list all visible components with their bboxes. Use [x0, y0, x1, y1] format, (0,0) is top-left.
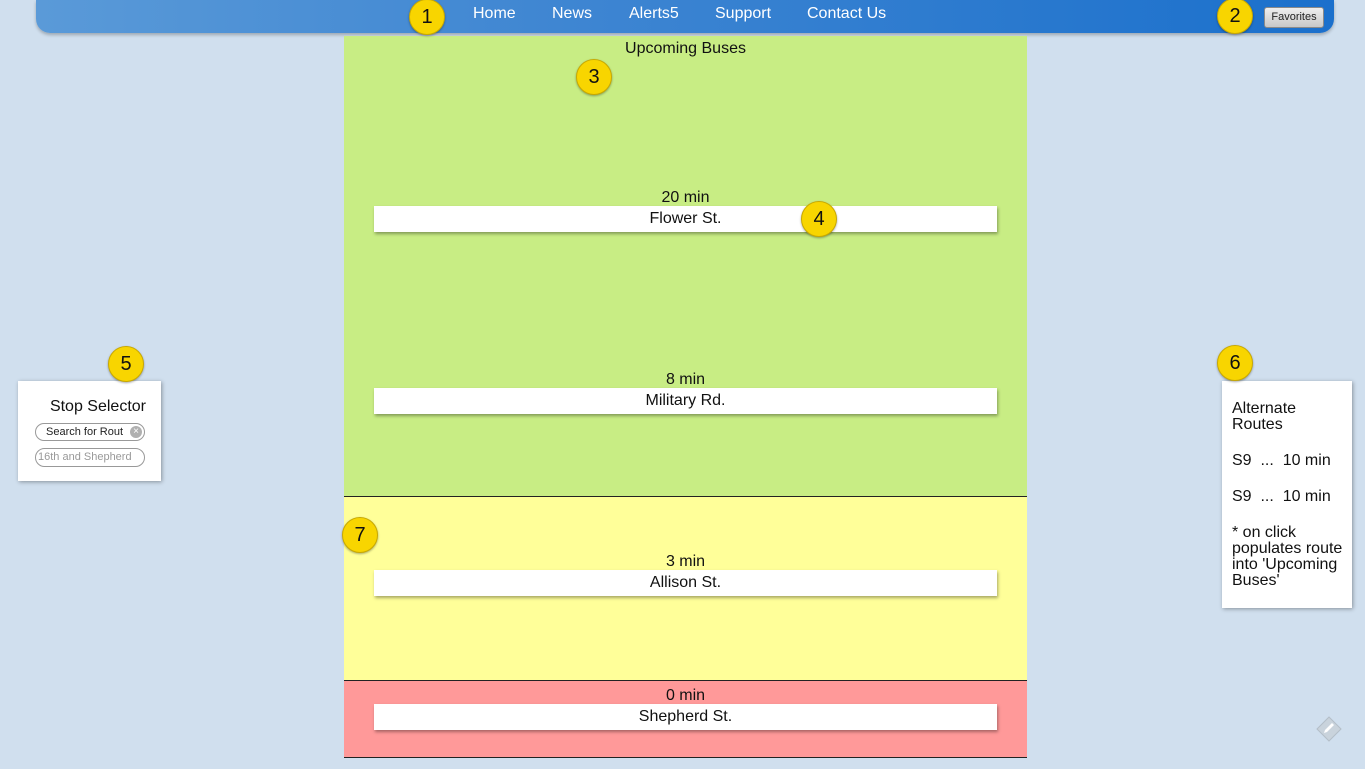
upcoming-buses-title: Upcoming Buses — [625, 40, 746, 57]
nav-support-link[interactable]: Support — [715, 5, 771, 23]
annotation-marker: 5 — [108, 346, 144, 382]
stop-selector-panel: Stop Selector Search for Rout × 16th and… — [18, 381, 161, 481]
annotation-marker: 4 — [801, 201, 837, 237]
annotation-marker: 6 — [1217, 345, 1253, 381]
nav-news-link[interactable]: News — [552, 5, 592, 23]
bus-time: 20 min — [661, 189, 710, 206]
top-nav-bar: Home News Alerts5 Support Contact Us Fav… — [36, 0, 1334, 33]
bus-time: 3 min — [665, 553, 706, 570]
bus-stop-bar[interactable]: Flower St. — [374, 206, 997, 232]
stop-selector-title: Stop Selector — [49, 398, 146, 415]
alternate-route-item[interactable]: S9 ... 10 min — [1232, 489, 1331, 505]
nav-alerts-link[interactable]: Alerts5 — [629, 5, 679, 23]
zone-far — [344, 36, 1027, 497]
alternate-routes-title-line2: Routes — [1232, 416, 1283, 433]
favorites-button[interactable]: Favorites — [1264, 7, 1324, 28]
nav-home-link[interactable]: Home — [473, 5, 516, 23]
bus-stop-bar[interactable]: Military Rd. — [374, 388, 997, 414]
nav-contact-link[interactable]: Contact Us — [807, 5, 886, 23]
bus-stop-bar[interactable]: Shepherd St. — [374, 704, 997, 730]
route-search-value: Search for Rout — [46, 426, 124, 438]
alternate-routes-note-line: Buses' — [1232, 572, 1280, 589]
bus-time: 8 min — [665, 371, 706, 388]
annotation-marker: 3 — [576, 59, 612, 95]
alternate-routes-title-line1: Alternate — [1232, 400, 1297, 417]
alternate-routes-note-line: * on click — [1232, 524, 1297, 541]
upcoming-buses-panel: Upcoming Buses 20 min Flower St. 8 min M… — [344, 36, 1027, 758]
annotation-marker: 1 — [409, 0, 445, 35]
alternate-routes-note-line: populates route — [1232, 540, 1343, 557]
annotation-marker: 7 — [342, 517, 378, 553]
route-search-input[interactable]: Search for Rout × — [35, 423, 145, 441]
bus-time: 0 min — [665, 687, 706, 704]
stop-input[interactable]: 16th and Shepherd — [35, 448, 145, 467]
alternate-routes-note-line: into 'Upcoming — [1232, 556, 1338, 573]
alternate-routes-panel: Alternate Routes S9 ... 10 min S9 ... 10… — [1222, 381, 1352, 608]
bus-stop-bar[interactable]: Allison St. — [374, 570, 997, 596]
pencil-icon[interactable] — [1316, 716, 1342, 742]
clear-icon[interactable]: × — [130, 426, 142, 438]
nav-links: Home News Alerts5 Support Contact Us — [36, 0, 1334, 30]
alternate-route-item[interactable]: S9 ... 10 min — [1232, 453, 1331, 469]
